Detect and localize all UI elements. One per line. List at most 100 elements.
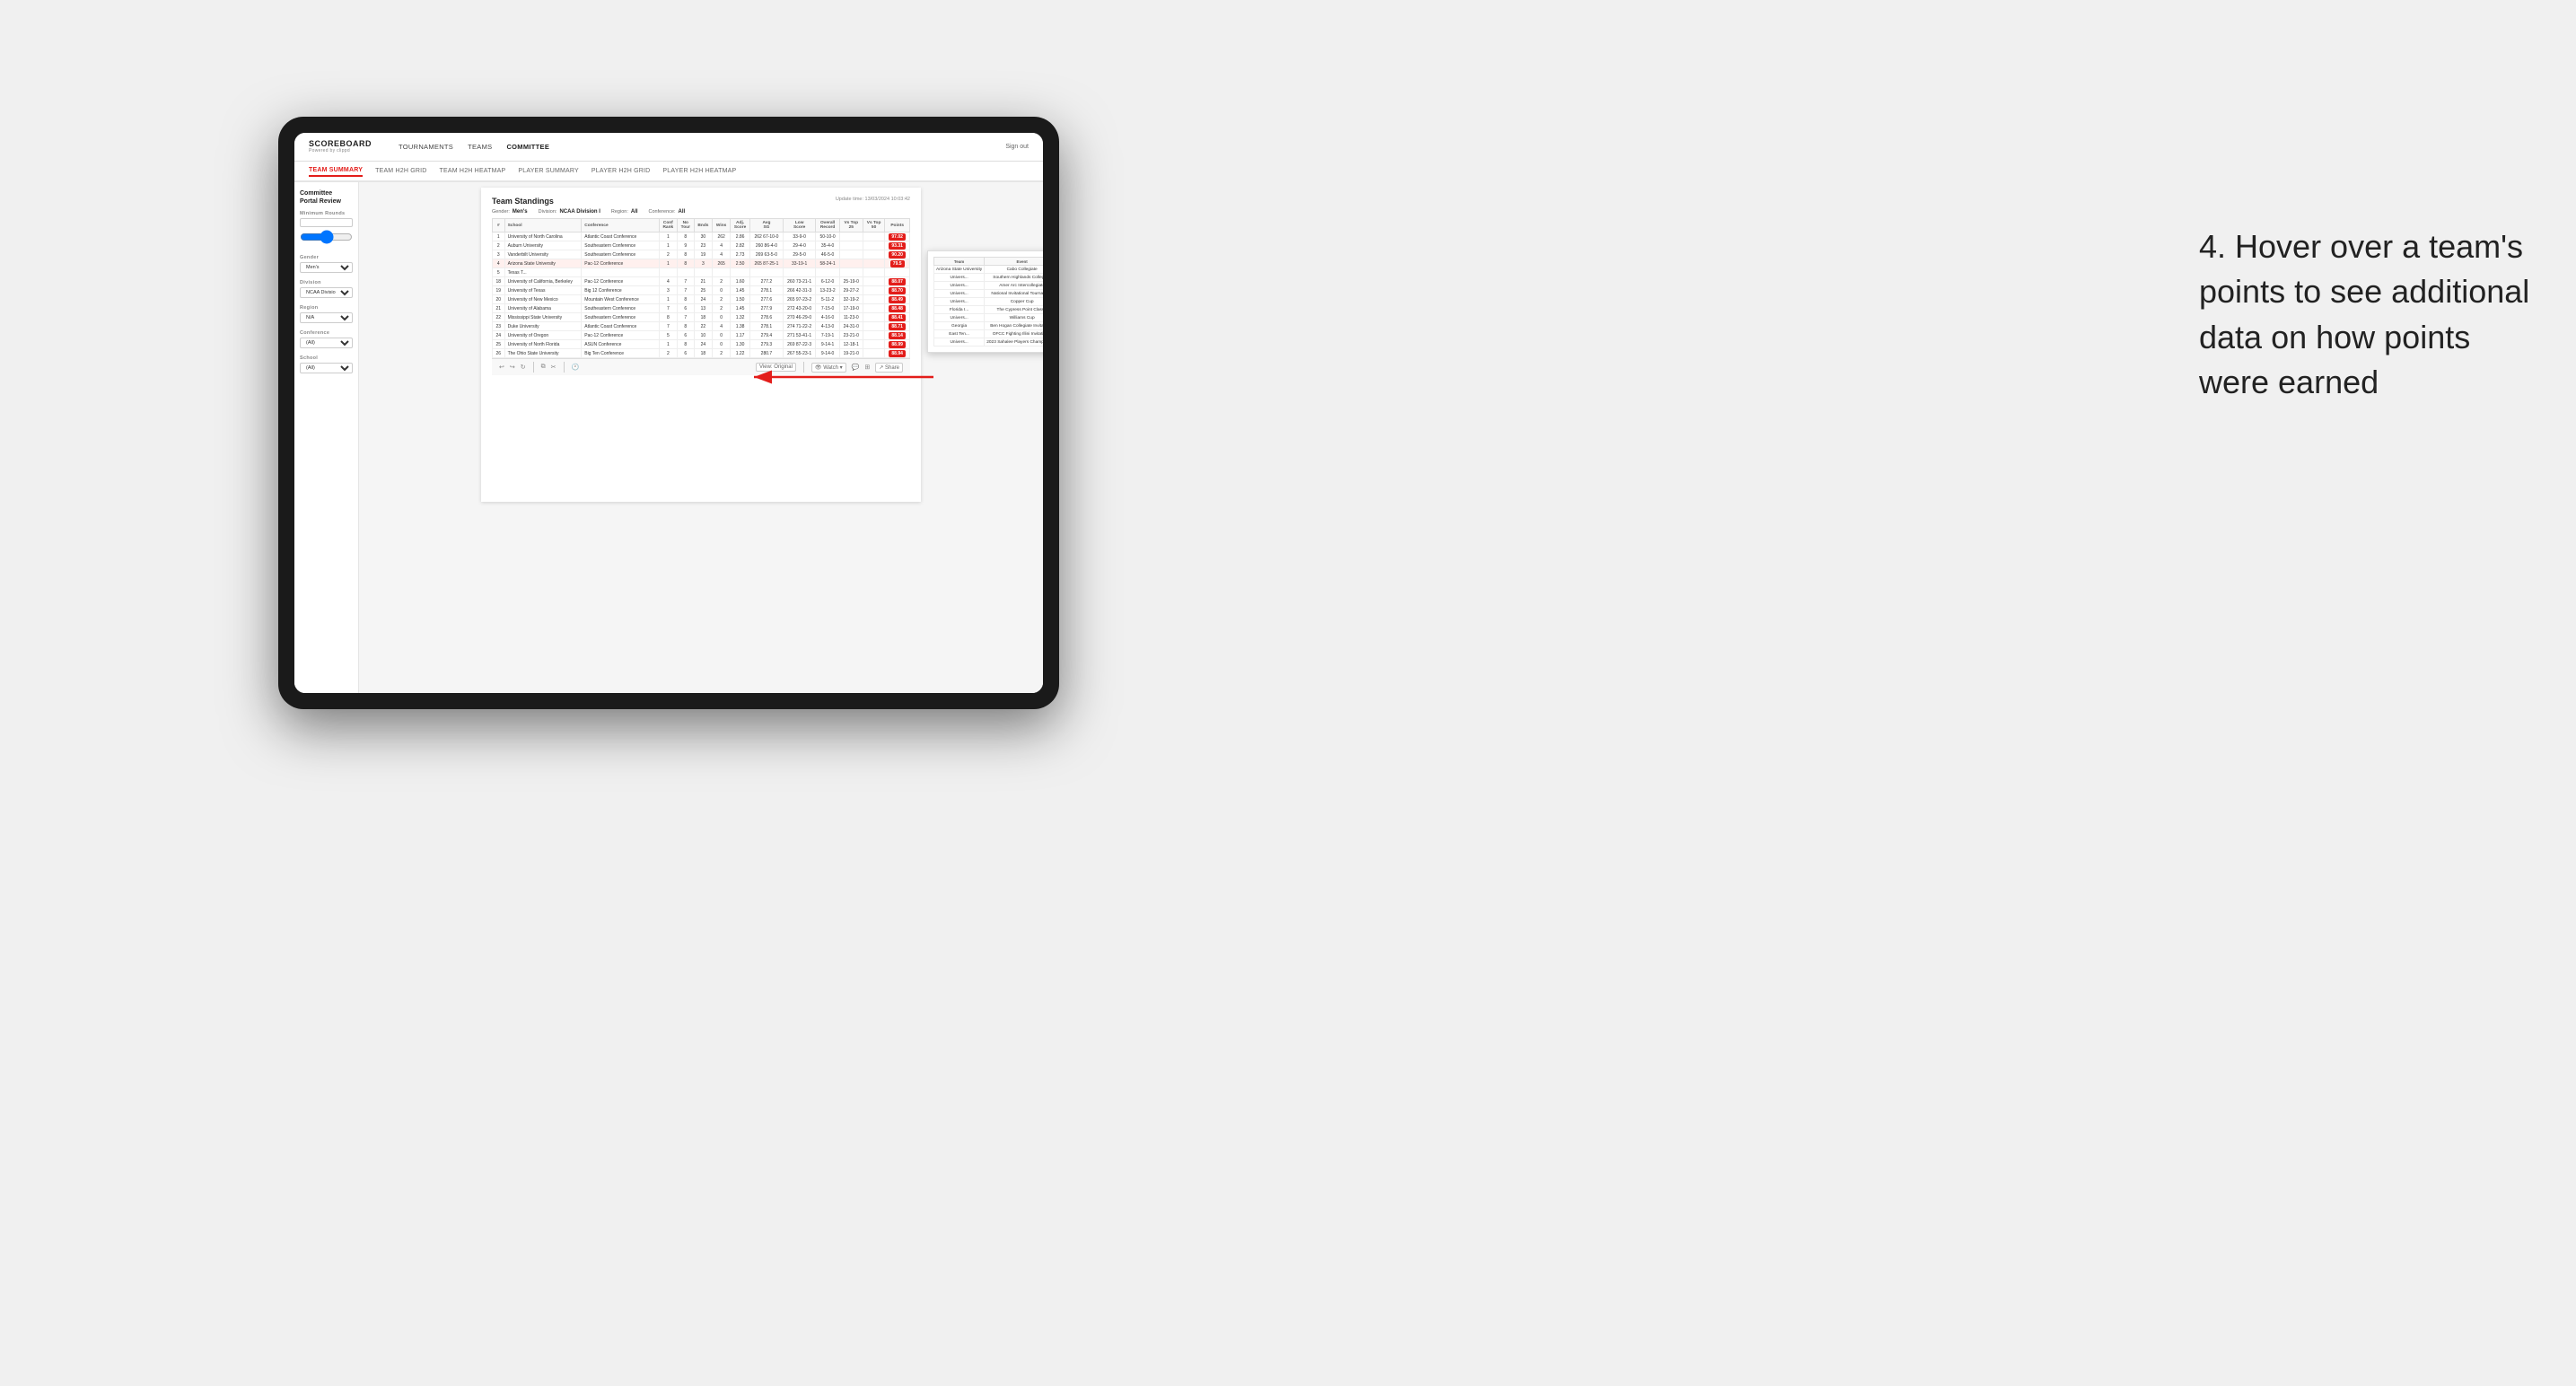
main-nav: TOURNAMENTS TEAMS COMMITTEE [399,141,987,153]
col-no-tour: NoTour [677,219,694,232]
sidebar-label-division: Division [300,280,353,285]
table-row: 18 University of California, Berkeley Pa… [493,277,910,286]
tab-player-h2h-grid[interactable]: PLAYER H2H GRID [591,166,651,176]
tooltip-row: Univers... Copper Cup NCAA Division I Ma… [934,298,1044,306]
filters-row: Gender: Men's Division: NCAA Division I … [492,209,910,215]
report-title: Team Standings [492,197,554,206]
division-select[interactable]: NCAA Division I [300,287,353,298]
points-value[interactable]: 88.41 [889,314,906,321]
highlighted-points-value[interactable]: 79.5 [890,260,905,268]
minimum-rounds-input2[interactable] [300,228,353,246]
table-row: 21 University of Alabama Southeastern Co… [493,304,910,313]
filter-region-label: Region: [611,209,628,215]
standings-table: # School Conference ConfRank NoTour Bnds… [492,218,910,358]
points-value[interactable]: 97.02 [889,233,906,241]
filter-gender-value: Men's [513,209,528,215]
sidebar-label-rounds: Minimum Rounds [300,211,353,216]
undo-icon[interactable]: ↩ [499,364,504,371]
toolbar-separator-2 [564,362,565,373]
conference-select[interactable]: (All) [300,338,353,348]
sidebar-label-conference: Conference [300,330,353,336]
col-overall-record: OverallRecord [816,219,839,232]
tab-team-h2h-heatmap[interactable]: TEAM H2H HEATMAP [440,166,506,176]
points-value[interactable]: 88.99 [889,341,906,348]
cut-icon[interactable]: ✂ [551,364,556,371]
region-select[interactable]: N/A [300,312,353,323]
filter-conference-label: Conference: [649,209,676,215]
points-value[interactable]: 88.48 [889,305,906,312]
tab-team-h2h-grid[interactable]: TEAM H2H GRID [375,166,426,176]
sidebar-section-rounds: Minimum Rounds [300,211,353,248]
points-value[interactable]: 90.20 [889,251,906,259]
col-conference: Conference [582,219,659,232]
col-low-score: LowScore [783,219,816,232]
tooltip-row: Univers... Southern Highlands Collegiate… [934,274,1044,282]
rank: 1 [493,232,505,241]
tooltip-row: East Ten... OFCC Fighting Illini Invitat… [934,330,1044,338]
clock-icon[interactable]: 🕐 [572,364,580,371]
filter-conference-value: All [679,209,686,215]
col-adj-score: Adj.Score [731,219,750,232]
col-vs-top-25: Vs Top25 [839,219,863,232]
col-avg-sg: AvgSG [750,219,784,232]
points-value[interactable]: 93.31 [889,242,906,250]
sidebar-label-gender: Gender [300,255,353,260]
table-row: 2 Auburn University Southeastern Confere… [493,241,910,250]
update-time: Update time: 13/03/2024 10:03:42 [836,197,910,202]
tooltip-row: Univers... Williams Cup NCAA Division I … [934,314,1044,322]
sidebar-label-school: School [300,355,353,361]
col-school: School [504,219,582,232]
filter-gender: Gender: Men's [492,209,528,215]
app-header: SCOREBOARD Powered by clippd TOURNAMENTS… [294,133,1043,162]
school-select[interactable]: (All) [300,363,353,373]
tab-player-h2h-heatmap[interactable]: PLAYER H2H HEATMAP [662,166,736,176]
nav-tournaments[interactable]: TOURNAMENTS [399,141,453,153]
copy-icon[interactable]: ⧉ [541,364,546,371]
table-row: 25 University of North Florida ASUN Conf… [493,340,910,349]
col-points: Points [885,219,910,232]
table-row: 24 University of Oregon Pac-12 Conferenc… [493,331,910,340]
gender-select[interactable]: Men's Women's [300,262,353,273]
table-row: 20 University of New Mexico Mountain Wes… [493,295,910,304]
tablet-shell: SCOREBOARD Powered by clippd TOURNAMENTS… [278,117,1059,709]
points-value[interactable]: 88.07 [889,278,906,285]
filter-conference: Conference: All [649,209,686,215]
sidebar-section-school: School (All) [300,355,353,373]
points-tooltip: Team Event Event Division Event Type Rou… [927,250,1043,353]
minimum-rounds-input[interactable] [300,218,353,227]
col-rank: # [493,219,505,232]
filter-region-value: All [631,209,638,215]
redo-icon[interactable]: ↪ [510,364,515,371]
points-value[interactable]: 88.70 [889,287,906,294]
tab-player-summary[interactable]: PLAYER SUMMARY [518,166,579,176]
points-value[interactable]: 88.49 [889,296,906,303]
sign-out-link[interactable]: Sign out [1005,144,1029,150]
tooltip-col-event: Event [985,258,1043,266]
conference-name: Atlantic Coast Conference [582,232,659,241]
points-value[interactable]: 88.14 [889,332,906,339]
table-row: 19 University of Texas Big 12 Conference… [493,286,910,295]
table-row: 1 University of North Carolina Atlantic … [493,232,910,241]
table-row: 5 Texas T... [493,268,910,277]
refresh-icon[interactable]: ↻ [521,364,526,371]
sidebar-section-conference: Conference (All) [300,330,353,348]
tooltip-row: Univers... National Invitational Tournam… [934,290,1044,298]
tooltip-row: Univers... 2023 Sahalee Players Champion… [934,338,1044,346]
sidebar-label-region: Region [300,305,353,311]
table-wrapper: # School Conference ConfRank NoTour Bnds… [492,218,910,358]
app-logo-sub: Powered by clippd [309,148,350,154]
filter-division-label: Division: [539,209,557,215]
tab-team-summary[interactable]: TEAM SUMMARY [309,165,363,177]
tooltip-row: Georgia Ben Hogan Collegiate Invitationa… [934,322,1044,330]
report-header: Team Standings Update time: 13/03/2024 1… [492,197,910,206]
nav-committee[interactable]: COMMITTEE [506,141,549,153]
col-conf-rank: ConfRank [659,219,677,232]
annotation-text: 4. Hover over a team's points to see add… [2199,224,2540,406]
col-vs-top-50: Vs Top50 [863,219,884,232]
sidebar-section-region: Region N/A [300,305,353,323]
toolbar-separator [533,362,534,373]
main-content: CommitteePortal Review Minimum Rounds Ge… [294,182,1043,693]
points-value[interactable]: 88.71 [889,323,906,330]
nav-teams[interactable]: TEAMS [468,141,492,153]
table-row: 23 Duke University Atlantic Coast Confer… [493,322,910,331]
